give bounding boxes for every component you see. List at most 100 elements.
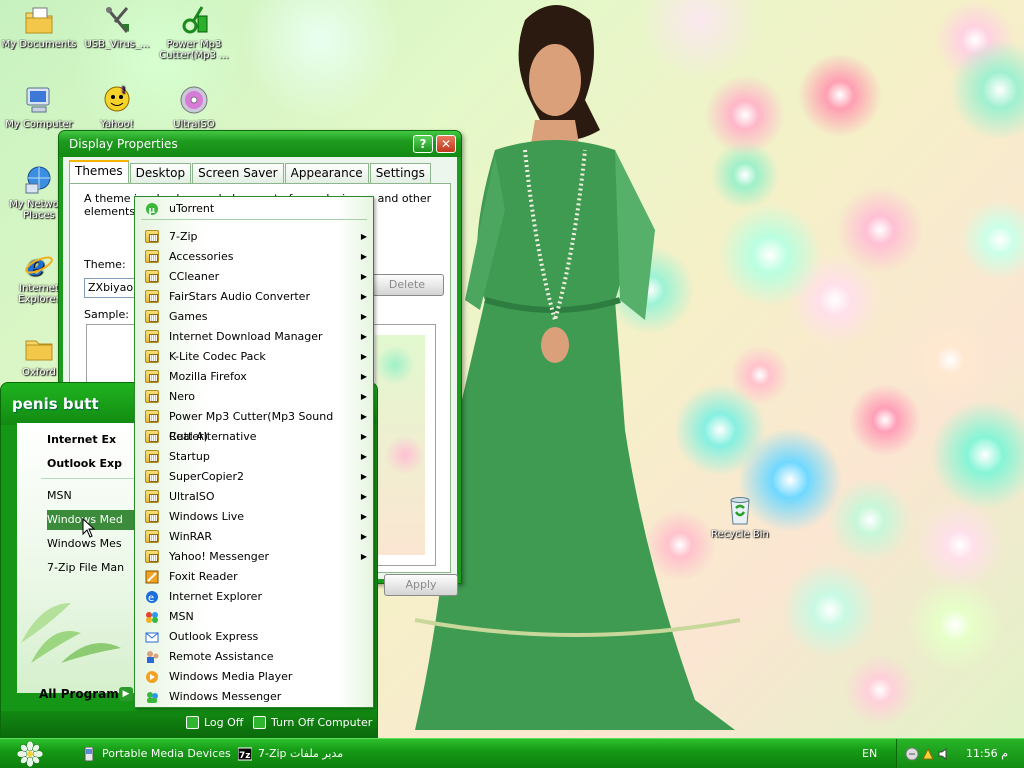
desktop-icon-usb-virus[interactable]: USB_Virus_... [78, 4, 156, 50]
program-folder-k-lite-codec-pack[interactable]: K-Lite Codec Pack ▶ [135, 347, 373, 367]
msn-icon [145, 610, 159, 623]
program-label: uTorrent [169, 202, 215, 215]
program-label: SuperCopier2 [169, 470, 244, 483]
tray-network-icon[interactable] [921, 747, 935, 761]
submenu-arrow-icon: ▶ [360, 332, 367, 341]
tab-screen-saver[interactable]: Screen Saver [192, 163, 284, 183]
menu-divider [141, 219, 367, 220]
desktop-icon-ultraiso[interactable]: UltraISO [155, 84, 233, 130]
program-label: 7-Zip [169, 230, 198, 243]
program-folder-real-alternative[interactable]: Real Alternative ▶ [135, 427, 373, 447]
submenu-arrow-icon: ▶ [360, 352, 367, 361]
program-folder-icon [145, 410, 159, 423]
tab-settings[interactable]: Settings [369, 163, 431, 183]
apply-button[interactable]: Apply [384, 574, 458, 596]
program-outlook-express[interactable]: Outlook Express [135, 627, 373, 647]
desktop-icon-my-computer[interactable]: My Computer [0, 84, 78, 130]
program-internet-explorer[interactable]: e Internet Explorer [135, 587, 373, 607]
submenu-arrow-icon: ▶ [360, 372, 367, 381]
power-mp3-cutter-icon [178, 4, 210, 36]
program-windows-media-player[interactable]: Windows Media Player [135, 667, 373, 687]
close-button[interactable]: ✕ [436, 135, 456, 153]
program-folder-ccleaner[interactable]: CCleaner ▶ [135, 267, 373, 287]
submenu-arrow-icon: ▶ [360, 412, 367, 421]
internet-explorer-icon: e [23, 248, 55, 282]
tab-desktop[interactable]: Desktop [129, 163, 192, 183]
window-title: Display Properties [69, 137, 178, 151]
program-folder-windows-live[interactable]: Windows Live ▶ [135, 507, 373, 527]
tab-appearance[interactable]: Appearance [284, 163, 369, 183]
help-button[interactable]: ? [413, 135, 433, 153]
program-label: Games [169, 310, 208, 323]
task-label: 7-Zip مدير ملفات [258, 747, 344, 760]
submenu-arrow-icon: ▶ [360, 252, 367, 261]
program-label: Yahoo! Messenger [169, 550, 270, 563]
program-folder-icon [145, 350, 159, 363]
program-folder-startup[interactable]: Startup ▶ [135, 447, 373, 467]
clock[interactable]: 11:56 م [966, 747, 1008, 760]
program-folder-internet-download-manager[interactable]: Internet Download Manager ▶ [135, 327, 373, 347]
submenu-arrow-icon: ▶ [360, 432, 367, 441]
desktop-icon-label: UltraISO [173, 119, 215, 130]
user-name: penis butt [12, 395, 99, 413]
taskbar: Portable Media Devices 7z 7-Zip مدير ملف… [0, 738, 1024, 768]
start-item-label: Internet Ex [47, 433, 117, 446]
tray-volume-icon[interactable] [937, 747, 951, 761]
desktop-icon-recycle-bin[interactable]: Recycle Bin [701, 494, 779, 540]
program-folder-yahoo-messenger[interactable]: Yahoo! Messenger ▶ [135, 547, 373, 567]
all-programs-menu: µ uTorrent 7-Zip ▶ Accessories ▶ CCleaner ▶ Fa… [134, 196, 374, 708]
tab-themes[interactable]: Themes [69, 160, 129, 183]
foxit-reader-icon [145, 570, 159, 584]
turn-off-button[interactable]: Turn Off Computer [253, 716, 372, 729]
program-folder-power-mp3-cutter-mp3-sound-cutter[interactable]: Power Mp3 Cutter(Mp3 Sound Cutter) ▶ [135, 407, 373, 443]
log-off-button[interactable]: Log Off [186, 716, 243, 729]
program-folder-7-zip[interactable]: 7-Zip ▶ [135, 227, 373, 247]
start-item-label: MSN [47, 489, 72, 502]
program-windows-messenger[interactable]: Windows Messenger [135, 687, 373, 707]
taskbar-item-portable-media-devices[interactable]: Portable Media Devices [82, 744, 231, 764]
program-folder-icon [145, 430, 159, 443]
program-label: Accessories [169, 250, 234, 263]
desktop-icon-label: My Documents [1, 39, 77, 50]
delete-button[interactable]: Delete [370, 274, 444, 296]
program-folder-ultraiso[interactable]: UltraISO ▶ [135, 487, 373, 507]
program-folder-icon [145, 530, 159, 543]
program-utorrent[interactable]: µ uTorrent [135, 199, 373, 219]
computer-icon [23, 84, 55, 116]
window-titlebar[interactable]: Display Properties ? ✕ [59, 131, 461, 157]
folder-documents-icon [23, 4, 55, 36]
sample-wallpaper [375, 335, 425, 555]
program-label: Remote Assistance [169, 650, 274, 663]
submenu-arrow-icon: ▶ [360, 312, 367, 321]
taskbar-item-7zip[interactable]: 7z 7-Zip مدير ملفات [237, 744, 344, 764]
sample-label: Sample: [84, 308, 129, 321]
all-programs-button[interactable]: All Programs [39, 687, 126, 701]
program-folder-accessories[interactable]: Accessories ▶ [135, 247, 373, 267]
leaf-decoration [21, 603, 121, 663]
program-folder-icon [145, 310, 159, 323]
program-folder-icon [145, 470, 159, 483]
desktop-icon-power-mp3-cutter[interactable]: Power Mp3 Cutter(Mp3 ... [155, 4, 233, 61]
program-folder-mozilla-firefox[interactable]: Mozilla Firefox ▶ [135, 367, 373, 387]
program-folder-nero[interactable]: Nero ▶ [135, 387, 373, 407]
program-folder-fairstars-audio-converter[interactable]: FairStars Audio Converter ▶ [135, 287, 373, 307]
program-folder-icon [145, 250, 159, 263]
program-remote-assistance[interactable]: Remote Assistance [135, 647, 373, 667]
program-folder-winrar[interactable]: WinRAR ▶ [135, 527, 373, 547]
program-folder-games[interactable]: Games ▶ [135, 307, 373, 327]
program-label: Real Alternative [169, 430, 257, 443]
desktop-icon-yahoo[interactable]: ! Yahoo! [78, 84, 156, 130]
desktop-icon-my-documents[interactable]: My Documents [0, 4, 78, 50]
desktop-icon-label: My Computer [5, 119, 73, 130]
program-label: Mozilla Firefox [169, 370, 247, 383]
program-folder-icon [145, 550, 159, 563]
submenu-arrow-icon: ▶ [360, 512, 367, 521]
language-indicator[interactable]: EN [862, 747, 877, 760]
program-msn[interactable]: MSN [135, 607, 373, 627]
program-folder-supercopier2[interactable]: SuperCopier2 ▶ [135, 467, 373, 487]
submenu-arrow-icon: ▶ [360, 272, 367, 281]
tray-status-icon[interactable] [905, 747, 919, 761]
start-button[interactable] [0, 739, 60, 768]
network-places-icon [23, 164, 55, 196]
program-foxit-reader[interactable]: Foxit Reader [135, 567, 373, 587]
